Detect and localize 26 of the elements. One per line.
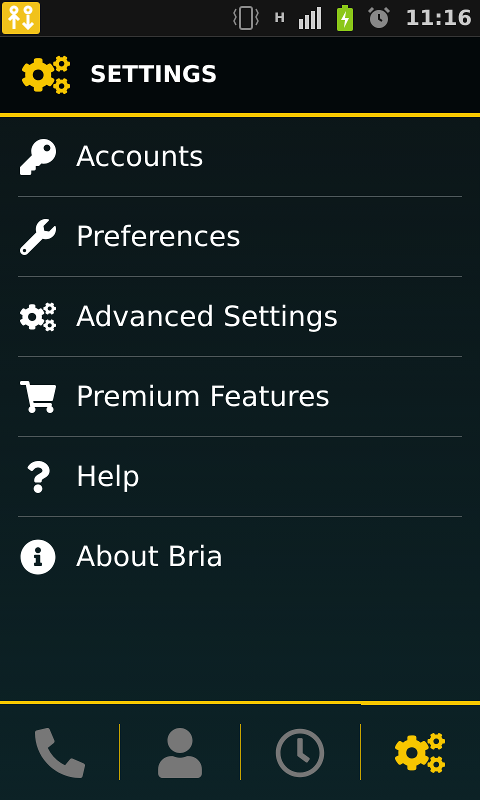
menu-item-label: Premium Features bbox=[76, 380, 330, 413]
menu-item-label: Advanced Settings bbox=[76, 300, 338, 333]
menu-item-label: Accounts bbox=[76, 140, 204, 173]
clock-icon bbox=[275, 728, 326, 778]
menu-item-label: Preferences bbox=[76, 220, 241, 253]
wrench-icon bbox=[20, 218, 56, 254]
battery-icon bbox=[337, 5, 354, 31]
menu-item[interactable]: Accounts bbox=[18, 117, 462, 197]
signal-icon bbox=[299, 7, 324, 29]
menu-item[interactable]: Preferences bbox=[18, 197, 462, 277]
menu-item[interactable]: About Bria bbox=[18, 517, 462, 597]
clock-time: 11:16 bbox=[405, 6, 472, 30]
menu-item-label: About Bria bbox=[76, 540, 224, 573]
menu-item-label: Help bbox=[76, 460, 140, 493]
menu-item[interactable]: Premium Features bbox=[18, 357, 462, 437]
menu-item[interactable]: Advanced Settings bbox=[18, 277, 462, 357]
screen-title: SETTINGS bbox=[90, 62, 218, 88]
network-type-text: H bbox=[274, 10, 286, 26]
phone-icon bbox=[34, 728, 85, 778]
key-icon bbox=[20, 138, 56, 174]
vibrate-icon bbox=[232, 5, 260, 31]
info-icon bbox=[20, 538, 56, 574]
app-logo-icon bbox=[2, 2, 40, 34]
alarm-icon bbox=[367, 6, 392, 30]
menu-item[interactable]: Help bbox=[18, 437, 462, 517]
cart-icon bbox=[20, 378, 56, 414]
